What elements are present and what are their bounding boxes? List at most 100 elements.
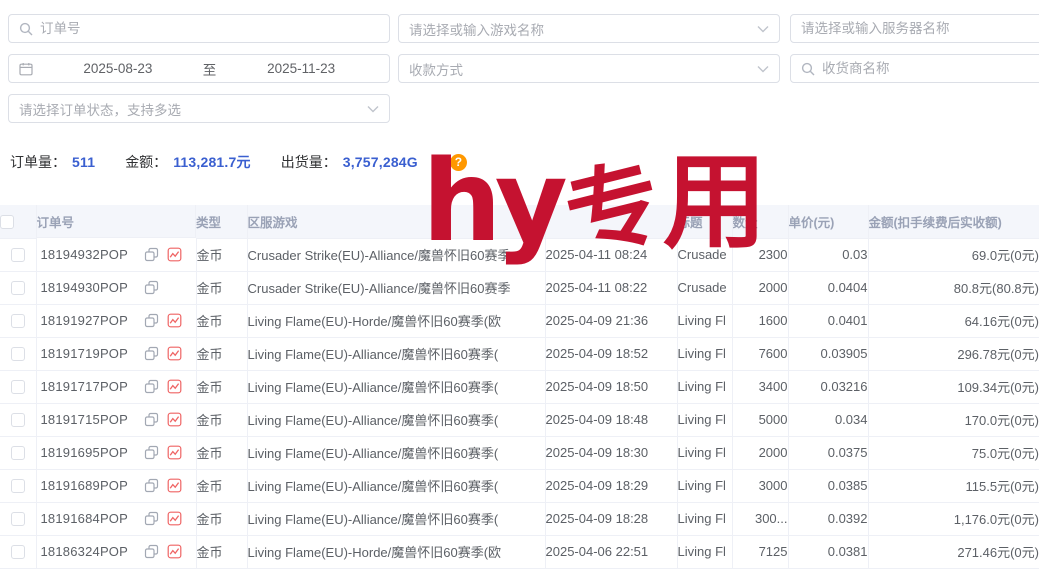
table-row: 18194932POP 金币 Crusader Strike(EU)-Allia… [0, 238, 1039, 271]
order-type: 金币 [196, 469, 247, 502]
amount-after-fee: 170.0元(0元) [868, 403, 1039, 436]
amount-label: 金额： [125, 152, 167, 172]
order-type: 金币 [196, 337, 247, 370]
order-count-label: 订单量： [10, 152, 66, 172]
quantity: 3400 [732, 370, 788, 403]
screenshot-image-icon[interactable] [167, 478, 182, 493]
status-select-placeholder: 请选择订单状态，支持多选 [19, 99, 181, 119]
unit-price: 0.0392 [788, 502, 868, 535]
copy-icon[interactable] [144, 379, 159, 394]
order-number: 18191719POP [41, 346, 129, 361]
screenshot-image-icon[interactable] [167, 247, 182, 262]
copy-icon[interactable] [144, 511, 159, 526]
screenshot-image-icon[interactable] [167, 544, 182, 559]
vendor-name-input[interactable] [822, 61, 1039, 76]
amount-after-fee: 296.78元(0元) [868, 337, 1039, 370]
amount-after-fee: 75.0元(0元) [868, 436, 1039, 469]
header-price: 单价(元) [788, 205, 868, 238]
order-time: 2025-04-11 08:22 [545, 271, 677, 304]
copy-icon[interactable] [144, 445, 159, 460]
order-title: Crusade [677, 238, 732, 271]
quantity: 7125 [732, 535, 788, 568]
quantity: 300... [732, 502, 788, 535]
game-server: Living Flame(EU)-Alliance/魔兽怀旧60赛季( [247, 469, 545, 502]
row-checkbox[interactable] [11, 512, 25, 526]
select-all-checkbox[interactable] [0, 215, 14, 229]
chevron-down-icon [367, 105, 379, 113]
order-number-input[interactable] [40, 21, 379, 36]
copy-icon[interactable] [144, 478, 159, 493]
calendar-icon [19, 62, 33, 76]
unit-price: 0.03216 [788, 370, 868, 403]
row-checkbox[interactable] [11, 347, 25, 361]
copy-icon[interactable] [144, 346, 159, 361]
copy-icon[interactable] [144, 313, 159, 328]
order-number: 18191715POP [41, 412, 129, 427]
row-checkbox[interactable] [11, 479, 25, 493]
game-server: Crusader Strike(EU)-Alliance/魔兽怀旧60赛季 [247, 238, 545, 271]
game-server: Living Flame(EU)-Alliance/魔兽怀旧60赛季( [247, 403, 545, 436]
order-title: Living Fl [677, 502, 732, 535]
header-order-no: 订单号 [37, 205, 197, 238]
order-type: 金币 [196, 304, 247, 337]
quantity: 3000 [732, 469, 788, 502]
chevron-down-icon [757, 65, 769, 73]
screenshot-image-icon[interactable] [167, 313, 182, 328]
game-server: Crusader Strike(EU)-Alliance/魔兽怀旧60赛季 [247, 271, 545, 304]
game-name-select[interactable]: 请选择或输入游戏名称 [398, 14, 780, 43]
row-checkbox[interactable] [11, 413, 25, 427]
payment-method-select[interactable]: 收款方式 [398, 54, 780, 83]
date-end-value[interactable]: 2025-11-23 [223, 61, 379, 76]
row-checkbox[interactable] [11, 446, 25, 460]
unit-price: 0.0375 [788, 436, 868, 469]
table-row: 18191719POP 金币 Living Flame(EU)-Alliance… [0, 337, 1039, 370]
copy-icon[interactable] [144, 544, 159, 559]
game-select-placeholder: 请选择或输入游戏名称 [409, 19, 544, 39]
order-type: 金币 [196, 502, 247, 535]
game-server: Living Flame(EU)-Alliance/魔兽怀旧60赛季( [247, 337, 545, 370]
date-start-value[interactable]: 2025-08-23 [40, 61, 196, 76]
search-icon [19, 22, 33, 36]
screenshot-image-icon[interactable] [167, 445, 182, 460]
game-server: Living Flame(EU)-Horde/魔兽怀旧60赛季(欧 [247, 304, 545, 337]
row-checkbox[interactable] [11, 248, 25, 262]
help-icon[interactable]: ? [450, 154, 467, 171]
order-number-search-input[interactable] [8, 14, 390, 43]
table-row: 18191689POP 金币 Living Flame(EU)-Alliance… [0, 469, 1039, 502]
copy-icon[interactable] [144, 280, 159, 295]
payment-select-placeholder: 收款方式 [409, 59, 463, 79]
order-time: 2025-04-06 22:51 [545, 535, 677, 568]
order-status-multiselect[interactable]: 请选择订单状态，支持多选 [8, 94, 390, 123]
server-name-select[interactable] [790, 14, 1039, 43]
screenshot-image-icon[interactable] [167, 412, 182, 427]
row-checkbox[interactable] [11, 545, 25, 559]
order-number: 18191689POP [41, 478, 129, 493]
copy-icon[interactable] [144, 247, 159, 262]
amount-after-fee: 64.16元(0元) [868, 304, 1039, 337]
row-checkbox[interactable] [11, 314, 25, 328]
screenshot-image-icon[interactable] [167, 379, 182, 394]
order-count-value: 511 [72, 154, 95, 170]
vendor-name-search-input[interactable] [790, 54, 1039, 83]
table-row: 18194930POP 金币 Crusader Strike(EU)-Allia… [0, 271, 1039, 304]
table-row: 18191684POP 金币 Living Flame(EU)-Alliance… [0, 502, 1039, 535]
order-time: 2025-04-09 18:48 [545, 403, 677, 436]
order-number: 18191927POP [41, 313, 129, 328]
table-row: 18191717POP 金币 Living Flame(EU)-Alliance… [0, 370, 1039, 403]
order-title: Living Fl [677, 469, 732, 502]
game-server: Living Flame(EU)-Alliance/魔兽怀旧60赛季( [247, 502, 545, 535]
server-name-input[interactable] [801, 21, 1039, 36]
date-range-picker[interactable]: 2025-08-23 至 2025-11-23 [8, 54, 390, 83]
order-title: Crusade [677, 271, 732, 304]
row-checkbox[interactable] [11, 281, 25, 295]
table-row: 18191927POP 金币 Living Flame(EU)-Horde/魔兽… [0, 304, 1039, 337]
unit-price: 0.03905 [788, 337, 868, 370]
order-title: Living Fl [677, 436, 732, 469]
unit-price: 0.03 [788, 238, 868, 271]
table-header-row: 订单号 类型 区服游戏 标题 数量 单价(元) 金额(扣手续费后实收额) [0, 205, 1039, 238]
copy-icon[interactable] [144, 412, 159, 427]
row-checkbox[interactable] [11, 380, 25, 394]
screenshot-image-icon[interactable] [167, 511, 182, 526]
screenshot-image-icon[interactable] [167, 346, 182, 361]
game-server: Living Flame(EU)-Alliance/魔兽怀旧60赛季( [247, 436, 545, 469]
